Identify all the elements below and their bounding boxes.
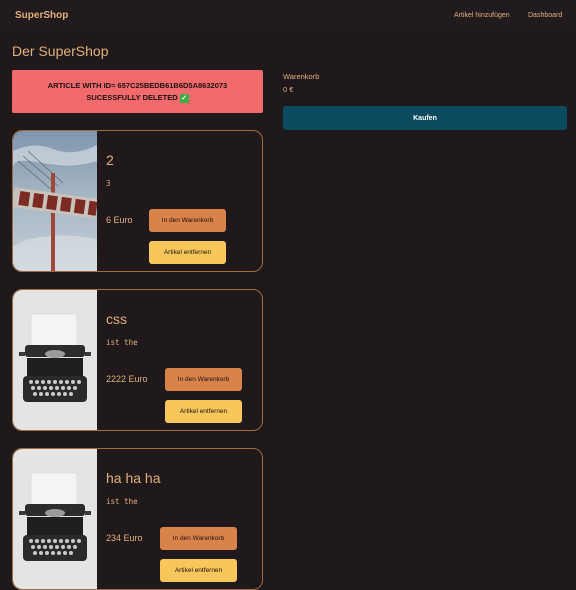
product-title: 2 [106,152,114,168]
nav-add-article-link[interactable]: Artikel hinzufügen [454,12,510,19]
remove-article-button[interactable]: Artikel entfernen [165,400,242,423]
product-description: ist the [106,338,138,347]
cart-total: 0 € [283,85,294,94]
alert-line-2-text: SUCESSFULLY DELETED [86,93,178,102]
add-to-cart-button[interactable]: In den Warenkorb [149,209,226,232]
product-price: 234 Euro [106,533,143,543]
product-title: ha ha ha [106,470,161,486]
remove-article-button[interactable]: Artikel entfernen [160,559,237,582]
product-price: 6 Euro [106,215,133,225]
add-to-cart-button[interactable]: In den Warenkorb [165,368,242,391]
alert-line-2: SUCESSFULLY DELETED ✓ [12,92,263,104]
product-image-hotel-sign [13,131,97,271]
delete-success-alert: ARTICLE WITH ID= 657C25BEDB61B6D5A863207… [12,70,263,113]
add-to-cart-button[interactable]: In den Warenkorb [160,527,237,550]
product-title: css [106,311,127,327]
product-card: css ist the 2222 Euro In den Warenkorb A… [12,289,263,431]
page-title: Der SuperShop [12,43,109,59]
product-card: 2 3 6 Euro In den Warenkorb Artikel entf… [12,130,263,272]
remove-article-button[interactable]: Artikel entfernen [149,241,226,264]
buy-button[interactable]: Kaufen [283,106,567,130]
product-image-typewriter [13,449,97,589]
product-image-typewriter [13,290,97,430]
check-mark-icon: ✓ [179,93,189,103]
product-description: ist the [106,497,138,506]
nav-dashboard-link[interactable]: Dashboard [528,12,562,19]
brand-logo[interactable]: SuperShop [15,10,68,21]
navbar: SuperShop Artikel hinzufügen Dashboard [0,0,576,32]
cart-label: Warenkorb [283,72,320,81]
product-price: 2222 Euro [106,374,148,384]
product-description: 3 [106,179,111,188]
alert-line-1: ARTICLE WITH ID= 657C25BEDB61B6D5A863207… [47,81,228,90]
